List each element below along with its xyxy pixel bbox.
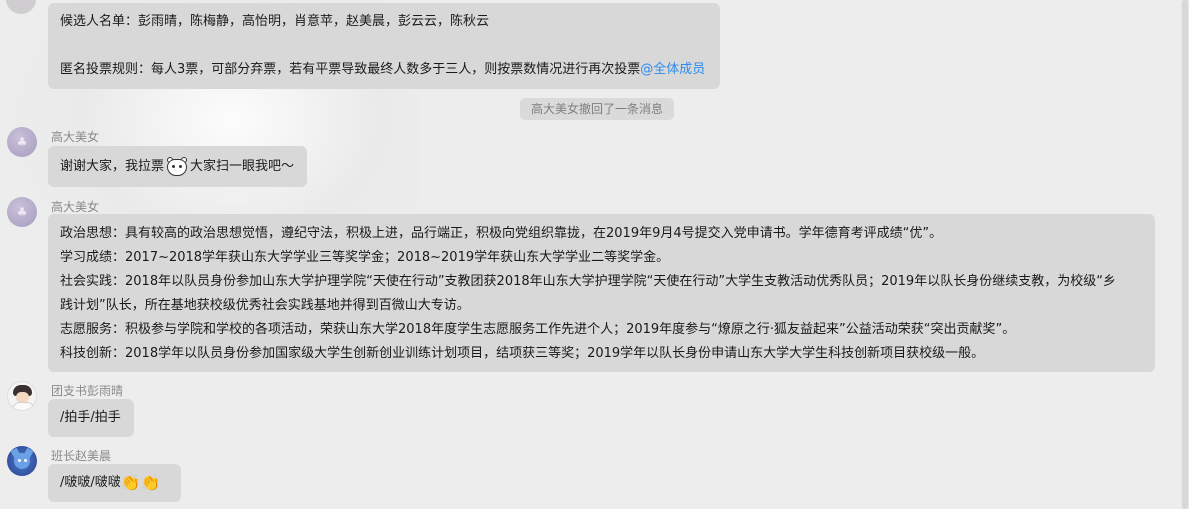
sender-name: 高大美女 — [51, 200, 100, 214]
voting-rules-text: 匿名投票规则：每人3票，可部分弃票，若有平票导致最终人数多于三人，则按票数情况进… — [60, 62, 641, 77]
message-text-part: /啵啵/啵啵 — [60, 475, 121, 490]
message-text-blank — [60, 34, 708, 58]
sender-name: 高大美女 — [51, 130, 100, 144]
avatar[interactable]: ♣ — [7, 127, 37, 157]
message-text: /拍手/拍手 — [60, 410, 121, 425]
message-bubble-profile[interactable]: 政治思想：具有较高的政治思想觉悟，遵纪守法，积极上进，品行端正，积极向党组织靠拢… — [48, 214, 1155, 372]
message-text: 候选人名单：彭雨晴，陈梅静，高怡明，肖意苹，赵美晨，彭云云，陈秋云 — [60, 14, 490, 29]
message-text: 学习成绩：2017~2018学年获山东大学学业三等奖学金；2018~2019学年… — [60, 250, 670, 265]
message-bubble[interactable]: /拍手/拍手 — [48, 399, 134, 437]
anonymous-avatar-icon: ♣ — [16, 135, 28, 149]
message-text: 政治思想：具有较高的政治思想觉悟，遵纪守法，积极上进，品行端正，积极向党组织靠拢… — [60, 226, 943, 241]
message-text: 社会实践：2018年以队员身份参加山东大学护理学院“天使在行动”支教团获2018… — [60, 274, 1116, 289]
message-bubble[interactable]: 谢谢大家，我拉票 大家扫一眼我吧～ — [48, 146, 307, 187]
scrollbar-track[interactable] — [1181, 0, 1189, 509]
message-text: 匿名投票规则：每人3票，可部分弃票，若有平票导致最终人数多于三人，则按票数情况进… — [60, 58, 708, 82]
avatar[interactable] — [7, 446, 37, 476]
message-text: 科技创新：2018学年以队员身份参加国家级大学生创新创业训练计划项目，结项获三等… — [60, 346, 985, 361]
message-bubble[interactable]: /啵啵/啵啵👏👏 — [48, 464, 181, 502]
avatar[interactable]: ♣ — [7, 197, 37, 227]
bear-face-icon — [166, 156, 188, 177]
sender-name: 班长赵美晨 — [51, 449, 112, 463]
message-text-part: 大家扫一眼我吧～ — [190, 159, 295, 174]
message-text: 践计划”队长，所在基地获校级优秀社会实践基地并得到百微山大专访。 — [60, 298, 470, 313]
clapping-hands-icon: 👏👏 — [120, 472, 161, 492]
recall-notice: 高大美女撤回了一条消息 — [520, 98, 674, 120]
message-text-part: 谢谢大家，我拉票 — [60, 159, 165, 174]
sender-name: 团支书彭雨晴 — [51, 384, 124, 398]
avatar[interactable] — [7, 381, 37, 411]
message-text: 志愿服务：积极参与学院和学校的各项活动，荣获山东大学2018年度学生志愿服务工作… — [60, 322, 1016, 337]
message-bubble-candidates[interactable]: 候选人名单：彭雨晴，陈梅静，高怡明，肖意苹，赵美晨，彭云云，陈秋云 匿名投票规则… — [48, 3, 720, 89]
message-text: /啵啵/啵啵👏👏 — [60, 471, 169, 495]
scrollbar-thumb[interactable] — [1182, 0, 1188, 509]
anonymous-avatar-icon: ♣ — [16, 205, 28, 219]
mention-all-members[interactable]: @全体成员 — [640, 62, 705, 77]
avatar[interactable] — [6, 0, 36, 14]
message-text: 谢谢大家，我拉票 大家扫一眼我吧～ — [60, 154, 295, 179]
